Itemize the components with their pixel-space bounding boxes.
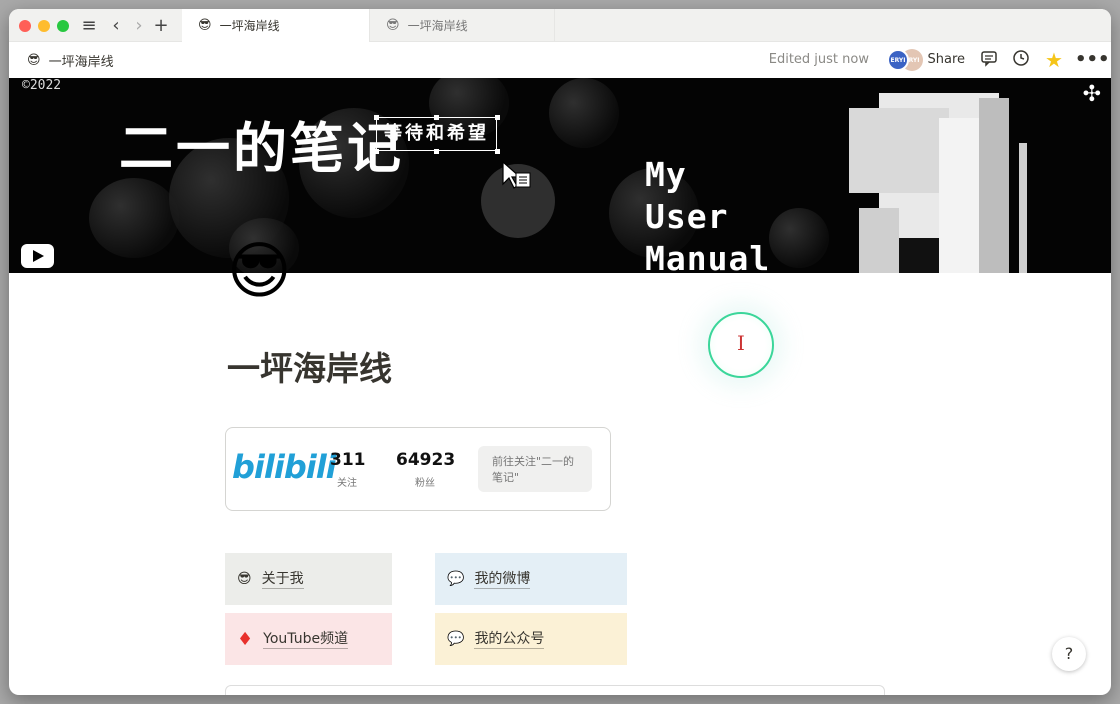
text-cursor-pointer-icon	[502, 160, 531, 189]
red-diamond-icon: ♦	[237, 628, 254, 650]
menu-icon[interactable]: ≡	[79, 15, 99, 37]
page-icon-emoji[interactable]: 😎	[227, 235, 299, 307]
banner-subtitle: 等待和希望	[376, 117, 497, 151]
banner-copyright: ©2022	[22, 78, 62, 93]
tab-emoji: 😎	[386, 18, 400, 33]
page-topbar: 😎 一坪海岸线 Edited just now ERYI ERYI Share …	[9, 42, 1111, 78]
wechat-icon: 💬	[447, 631, 465, 647]
breadcrumb-title: 一坪海岸线	[48, 55, 114, 70]
minimize-window-button[interactable]	[38, 20, 50, 32]
avatar[interactable]: ERYI	[887, 49, 909, 71]
following-stat: 311 关注	[330, 450, 366, 489]
forward-arrow-icon[interactable]: ›	[129, 15, 149, 37]
cover-banner[interactable]: ©2022 二一的笔记 等待和希望 My User Manual ✣	[9, 78, 1111, 273]
comment-icon[interactable]	[978, 49, 1000, 71]
link-label: 我的微博	[474, 570, 531, 589]
link-label: 我的公众号	[474, 630, 545, 649]
tab-active[interactable]: 😎 一坪海岸线	[182, 9, 370, 42]
link-label: 关于我	[261, 570, 304, 589]
new-tab-icon[interactable]: +	[151, 15, 171, 37]
tab-emoji: 😎	[198, 18, 212, 33]
bilibili-card[interactable]: bilibili 311 关注 64923 粉丝 前往关注"二一的笔记"	[225, 427, 611, 511]
breadcrumb[interactable]: 😎 一坪海岸线	[27, 51, 114, 70]
page-title[interactable]: 一坪海岸线	[227, 342, 392, 390]
breadcrumb-emoji: 😎	[27, 53, 41, 68]
fans-stat: 64923 粉丝	[396, 450, 456, 489]
favorite-star-icon[interactable]: ★	[1043, 49, 1065, 71]
fans-label: 粉丝	[415, 478, 435, 489]
tab-title: 一坪海岸线	[407, 19, 468, 33]
speech-bubble-icon: 💬	[447, 571, 465, 587]
close-window-button[interactable]	[19, 20, 31, 32]
back-arrow-icon[interactable]: ‹	[106, 15, 126, 37]
follow-button[interactable]: 前往关注"二一的笔记"	[478, 446, 592, 492]
link-youtube[interactable]: ♦ YouTube频道	[225, 613, 392, 665]
grid-logo-icon: ✣	[1082, 82, 1101, 107]
link-label: YouTube频道	[263, 630, 349, 649]
following-count: 311	[330, 450, 366, 470]
following-label: 关注	[337, 478, 357, 489]
browser-window: ≡ ‹ › + 😎 一坪海岸线 😎 一坪海岸线 😎 一坪海岸线 Edited j…	[9, 9, 1111, 695]
text-cursor-icon: I	[737, 331, 745, 355]
fans-count: 64923	[396, 450, 456, 470]
sunglasses-icon: 😎	[237, 571, 252, 587]
banner-manual-text: My User Manual	[645, 155, 771, 273]
content-block	[225, 685, 885, 695]
stationery-photo	[849, 93, 1027, 273]
link-about-me[interactable]: 😎 关于我	[225, 553, 392, 605]
more-options-icon[interactable]: •••	[1075, 49, 1110, 71]
edited-status: Edited just now	[768, 52, 869, 67]
link-weibo[interactable]: 💬 我的微博	[435, 553, 627, 605]
cursor-highlight: I	[708, 312, 774, 378]
zoom-window-button[interactable]	[57, 20, 69, 32]
share-button[interactable]: Share	[927, 52, 965, 67]
link-wechat[interactable]: 💬 我的公众号	[435, 613, 627, 665]
youtube-icon	[21, 244, 54, 268]
help-button[interactable]: ?	[1052, 637, 1086, 671]
tab-bar: ≡ ‹ › + 😎 一坪海岸线 😎 一坪海岸线	[9, 9, 1111, 42]
tab-inactive[interactable]: 😎 一坪海岸线	[370, 9, 555, 42]
tab-title: 一坪海岸线	[219, 19, 280, 33]
history-clock-icon[interactable]	[1010, 49, 1032, 71]
banner-title: 二一的笔记	[119, 116, 404, 180]
bilibili-logo: bilibili	[232, 448, 337, 486]
